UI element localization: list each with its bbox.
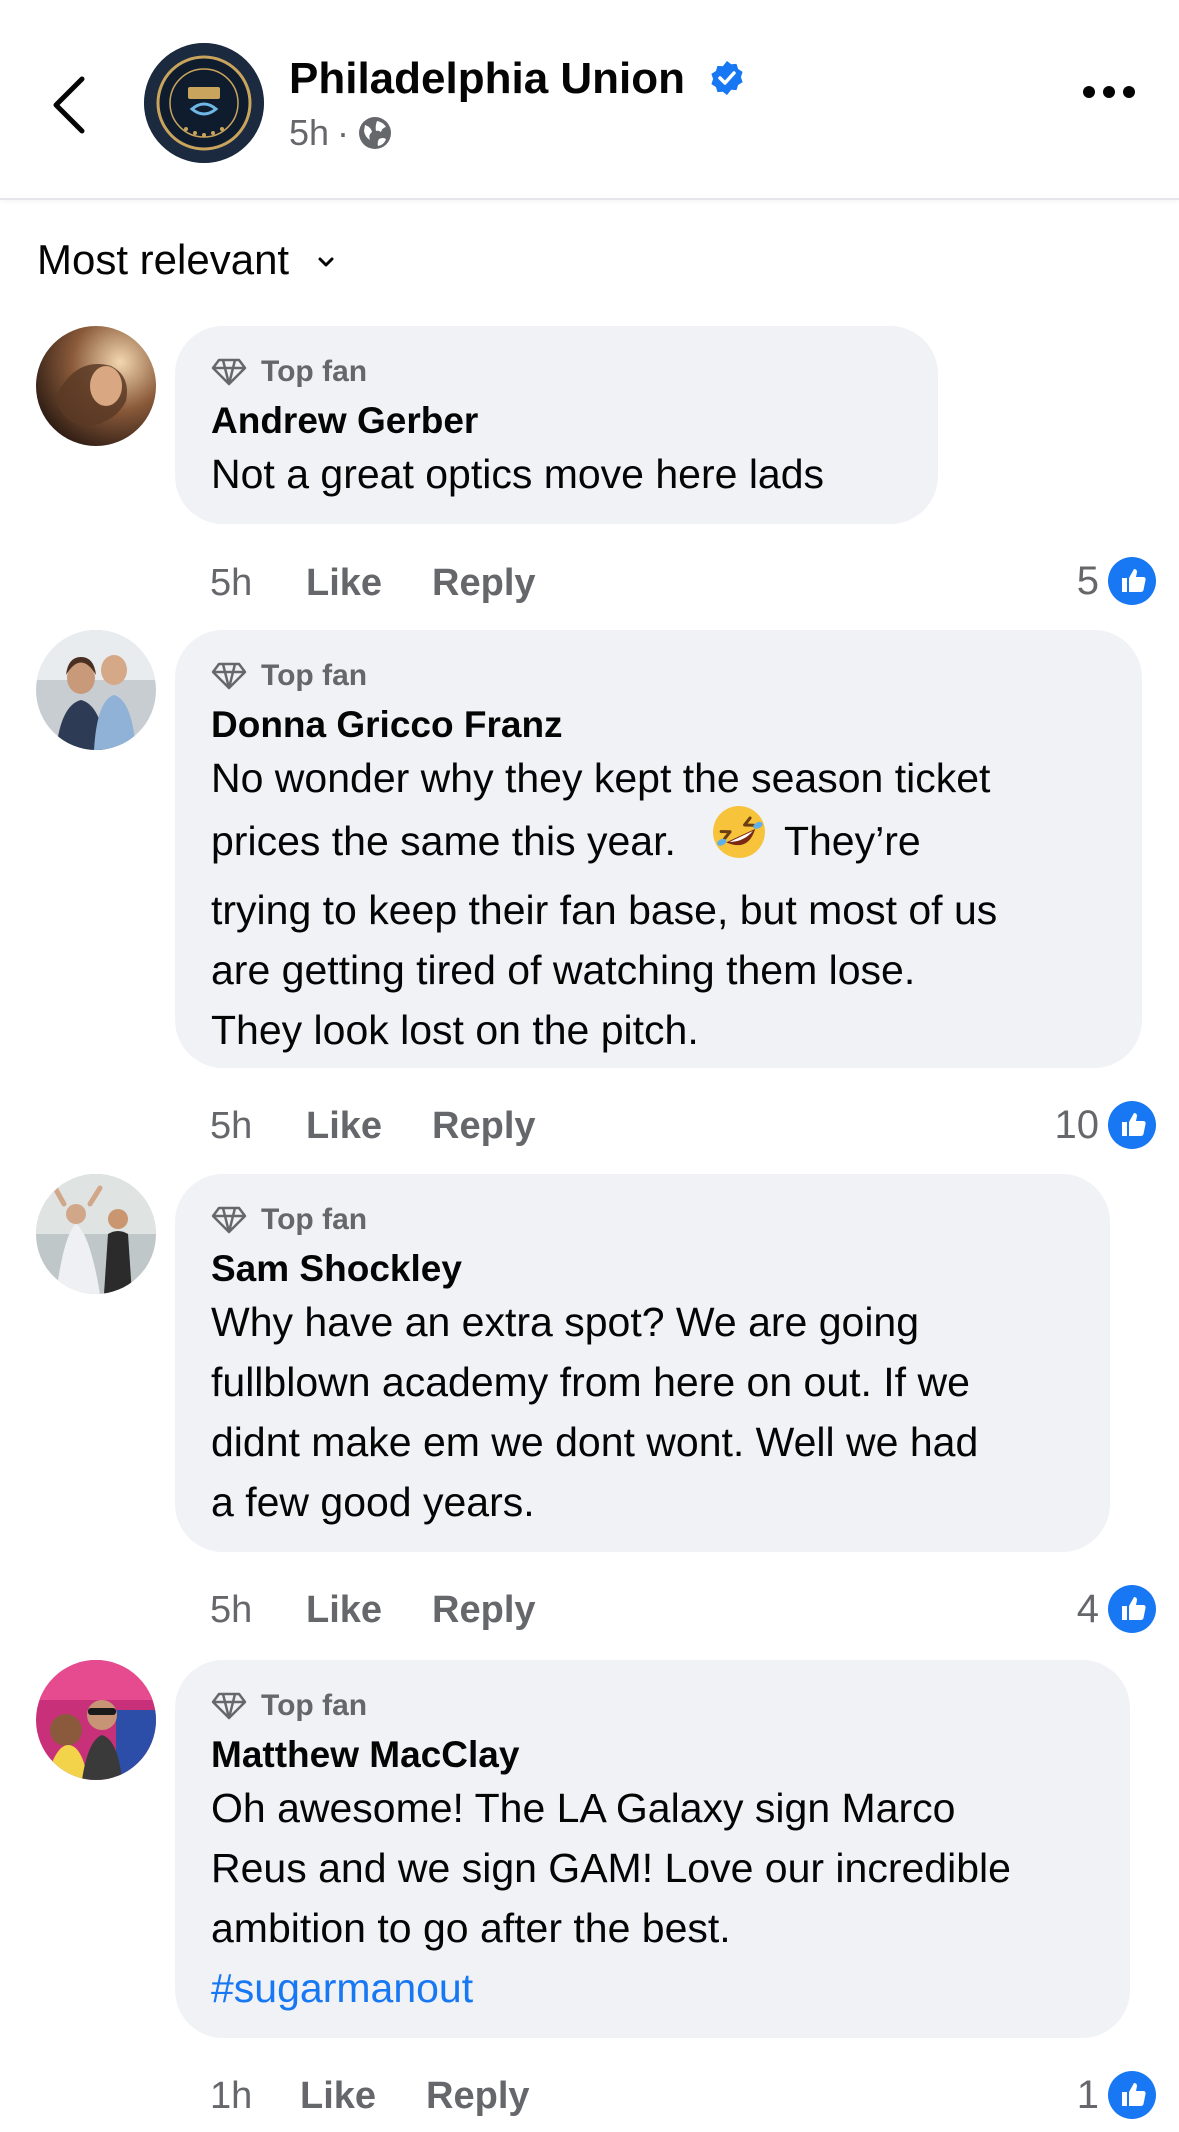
diamond-icon	[211, 358, 247, 386]
comment-line: didnt make em we dont wont. Well we had	[211, 1419, 979, 1465]
comment-author[interactable]: Andrew Gerber	[211, 398, 902, 444]
like-button[interactable]: Like	[300, 2075, 376, 2118]
comment-line: Not a great optics move here lads	[211, 451, 825, 497]
comment-sort-dropdown[interactable]: Most relevant	[37, 236, 335, 284]
reaction-count: 4	[1076, 1586, 1099, 1631]
comment-text: Not a great optics move here lads	[211, 444, 902, 504]
comment-actions: 5h Like Reply	[210, 562, 586, 605]
post-time[interactable]: 5h	[289, 112, 329, 154]
back-button[interactable]	[44, 70, 94, 140]
comment-bubble[interactable]: Top fan Donna Gricco Franz No wonder why…	[175, 630, 1142, 1068]
rolling-laughing-emoji-icon	[711, 804, 767, 876]
comment-line: prices the same this year.	[211, 817, 676, 864]
comment-text: Why have an extra spot? We are going ful…	[211, 1292, 1074, 1532]
top-fan-badge: Top fan	[211, 1200, 1074, 1240]
page-name[interactable]: Philadelphia Union	[289, 54, 685, 103]
comment-line: fullblown academy from here on out. If w…	[211, 1359, 970, 1405]
reply-button[interactable]: Reply	[432, 1589, 535, 1632]
like-reaction-icon	[1108, 2071, 1156, 2119]
top-fan-badge: Top fan	[211, 352, 902, 392]
chevron-left-icon	[53, 76, 85, 134]
comment-time[interactable]: 5h	[210, 1589, 306, 1632]
top-fan-badge: Top fan	[211, 1686, 1094, 1726]
avatar-photo	[36, 1660, 156, 1780]
sort-label: Most relevant	[37, 236, 290, 283]
more-options-button[interactable]	[1083, 86, 1135, 98]
comment-line: are getting tired of watching them lose.	[211, 947, 916, 993]
avatar-photo	[36, 1174, 156, 1294]
chevron-down-icon	[318, 257, 334, 267]
reaction-summary[interactable]: 4	[1077, 1584, 1157, 1634]
badge-label: Top fan	[261, 1689, 368, 1722]
comment-line: Why have an extra spot? We are going	[211, 1299, 920, 1345]
reply-button[interactable]: Reply	[432, 562, 535, 605]
comment-line: a few good years.	[211, 1479, 535, 1525]
diamond-icon	[211, 662, 247, 690]
comment-time[interactable]: 5h	[210, 1105, 306, 1148]
like-reaction-icon	[1108, 1585, 1156, 1633]
comment-line: Reus and we sign GAM! Love our incredibl…	[211, 1845, 1011, 1891]
reaction-count: 10	[1054, 1102, 1100, 1147]
top-fan-badge: Top fan	[211, 656, 1106, 696]
like-button[interactable]: Like	[306, 1105, 382, 1148]
like-reaction-icon	[1108, 557, 1156, 605]
diamond-icon	[211, 1692, 247, 1720]
comment-bubble[interactable]: Top fan Andrew Gerber Not a great optics…	[175, 326, 938, 524]
comment-line: trying to keep their fan base, but most …	[211, 887, 998, 933]
comment-bubble[interactable]: Top fan Sam Shockley Why have an extra s…	[175, 1174, 1110, 1552]
avatar-photo	[36, 630, 156, 750]
globe-icon[interactable]	[357, 115, 393, 151]
more-dot	[1123, 86, 1135, 98]
comment-actions: 5h Like Reply	[210, 1589, 586, 1632]
reply-button[interactable]: Reply	[426, 2075, 529, 2118]
more-dot	[1083, 86, 1095, 98]
avatar[interactable]	[36, 1660, 156, 1780]
comment-actions: 1h Like Reply	[210, 2075, 580, 2118]
comment-line: ambition to go after the best.	[211, 1905, 731, 1951]
reaction-summary[interactable]: 1	[1077, 2070, 1157, 2120]
comment-text: Oh awesome! The LA Galaxy sign Marco Reu…	[211, 1778, 1094, 2018]
more-dot	[1103, 86, 1115, 98]
comment-bubble[interactable]: Top fan Matthew MacClay Oh awesome! The …	[175, 1660, 1130, 2038]
page-avatar[interactable]	[144, 43, 264, 163]
avatar-photo	[36, 326, 156, 446]
reply-button[interactable]: Reply	[432, 1105, 535, 1148]
like-reaction-icon	[1108, 1101, 1156, 1149]
page-name-row[interactable]: Philadelphia Union	[289, 54, 745, 104]
comment-line: No wonder why they kept the season ticke…	[211, 755, 991, 801]
badge-label: Top fan	[261, 659, 368, 692]
avatar[interactable]	[36, 630, 156, 750]
post-meta: 5h ·	[289, 112, 393, 154]
comment-time[interactable]: 5h	[210, 562, 306, 605]
comment-author[interactable]: Donna Gricco Franz	[211, 702, 1106, 748]
diamond-icon	[211, 1206, 247, 1234]
like-button[interactable]: Like	[306, 1589, 382, 1632]
reaction-count: 1	[1076, 2072, 1099, 2117]
philadelphia-union-logo	[144, 43, 264, 163]
avatar[interactable]	[36, 326, 156, 446]
comment-line: They’re	[783, 817, 921, 864]
comment-actions: 5h Like Reply	[210, 1105, 586, 1148]
reaction-summary[interactable]: 10	[1055, 1100, 1158, 1150]
comment-line: They look lost on the pitch.	[211, 1007, 699, 1053]
comment-text: No wonder why they kept the season ticke…	[211, 748, 1106, 1060]
comment-author[interactable]: Sam Shockley	[211, 1246, 1074, 1292]
post-header: Philadelphia Union 5h ·	[0, 0, 1179, 200]
badge-label: Top fan	[261, 1203, 368, 1236]
comment-line: Oh awesome! The LA Galaxy sign Marco	[211, 1785, 956, 1831]
badge-label: Top fan	[261, 355, 368, 388]
meta-separator: ·	[337, 112, 350, 153]
comment-line-with-emoji: prices the same this year. They’re	[211, 806, 1106, 880]
verified-badge-icon	[711, 61, 743, 96]
comment-time[interactable]: 1h	[210, 2075, 300, 2118]
avatar[interactable]	[36, 1174, 156, 1294]
reaction-summary[interactable]: 5	[1077, 556, 1157, 606]
like-button[interactable]: Like	[306, 562, 382, 605]
comment-author[interactable]: Matthew MacClay	[211, 1732, 1094, 1778]
reaction-count: 5	[1076, 558, 1099, 603]
hashtag-link[interactable]: #sugarmanout	[211, 1958, 1094, 2018]
